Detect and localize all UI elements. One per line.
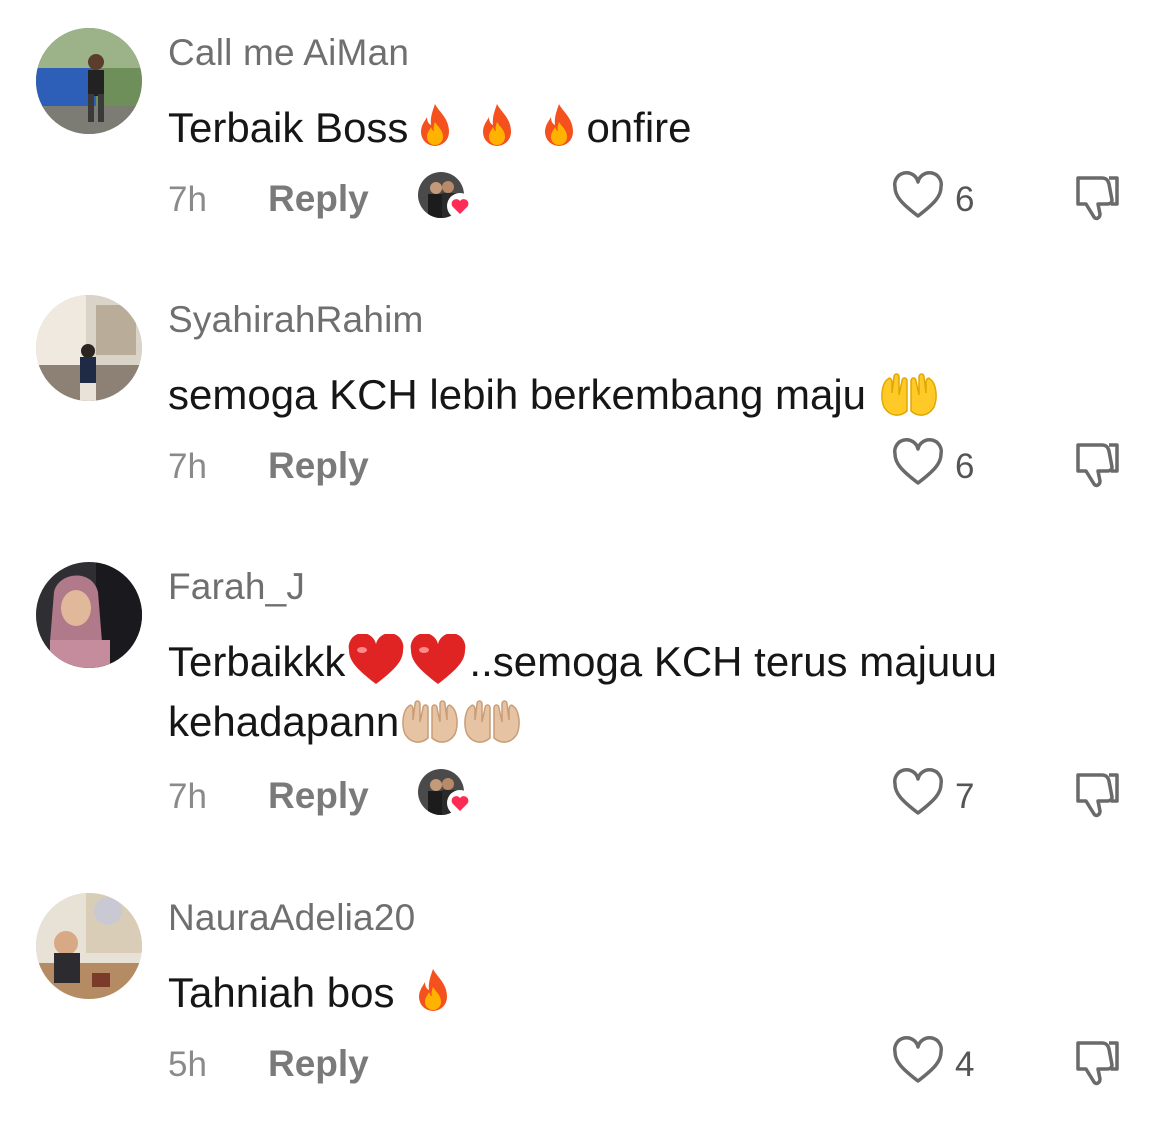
comment-text: Terbaikkk ..semoga KCH terus majuuu kehad…: [168, 632, 1128, 752]
timestamp: 5h: [168, 1045, 207, 1084]
like-count: 4: [955, 1045, 975, 1084]
fire-emoji-icon: [419, 968, 448, 1011]
fire-emoji-icon: [421, 103, 450, 146]
like-count: 6: [955, 180, 975, 219]
comment-text-tail: onfire: [586, 104, 692, 151]
comment-meta: 5h Reply 4: [0, 1035, 1169, 1095]
red-heart-emoji-icon: [411, 633, 466, 684]
creator-liked-badge: [418, 172, 474, 222]
heart-outline-icon[interactable]: [891, 1035, 945, 1089]
avatar[interactable]: [36, 28, 142, 134]
timestamp: 7h: [168, 447, 207, 486]
heart-badge-icon: [447, 790, 473, 816]
username[interactable]: Farah_J: [168, 566, 305, 608]
username[interactable]: NauraAdelia20: [168, 897, 415, 939]
fire-emoji-icon: [483, 103, 512, 146]
timestamp: 7h: [168, 777, 207, 816]
reply-button[interactable]: Reply: [268, 775, 369, 817]
creator-liked-badge: [418, 769, 474, 819]
avatar[interactable]: [36, 562, 142, 668]
avatar[interactable]: [36, 295, 142, 401]
comment-text: Terbaik Boss onfire: [168, 98, 1128, 158]
heart-outline-icon[interactable]: [891, 170, 945, 224]
palms-up-emoji-icon: [402, 700, 459, 743]
heart-badge-icon: [447, 193, 473, 219]
username[interactable]: SyahirahRahim: [168, 299, 424, 341]
avatar[interactable]: [36, 893, 142, 999]
comment-meta: 7h Reply 6: [0, 170, 1169, 230]
like-count: 6: [955, 447, 975, 486]
timestamp: 7h: [168, 180, 207, 219]
thumbs-down-icon[interactable]: [1070, 170, 1124, 224]
thumbs-down-icon[interactable]: [1070, 767, 1124, 821]
comment-text-main: Terbaik Boss: [168, 104, 409, 151]
heart-outline-icon[interactable]: [891, 437, 945, 491]
reply-button[interactable]: Reply: [268, 1043, 369, 1085]
comment-text-main: semoga KCH lebih berkembang maju: [168, 371, 867, 418]
comment-feed: Call me AiMan Terbaik Boss onfire 7h Repl…: [0, 0, 1169, 1135]
reply-button[interactable]: Reply: [268, 445, 369, 487]
palms-up-emoji-icon: [880, 373, 937, 416]
palms-up-emoji-icon: [464, 700, 521, 743]
reply-button[interactable]: Reply: [268, 178, 369, 220]
username[interactable]: Call me AiMan: [168, 32, 409, 74]
comment-text-main: Terbaikkk: [168, 638, 346, 685]
thumbs-down-icon[interactable]: [1070, 437, 1124, 491]
comment-meta: 7h Reply 6: [0, 437, 1169, 497]
comment-text-main: Tahniah bos: [168, 969, 395, 1016]
comment-text: semoga KCH lebih berkembang maju: [168, 365, 1128, 425]
comment-meta: 7h Reply 7: [0, 767, 1169, 827]
heart-outline-icon[interactable]: [891, 767, 945, 821]
red-heart-emoji-icon: [349, 633, 404, 684]
fire-emoji-icon: [545, 103, 574, 146]
comment-text: Tahniah bos: [168, 963, 1128, 1023]
thumbs-down-icon[interactable]: [1070, 1035, 1124, 1089]
like-count: 7: [955, 777, 975, 816]
